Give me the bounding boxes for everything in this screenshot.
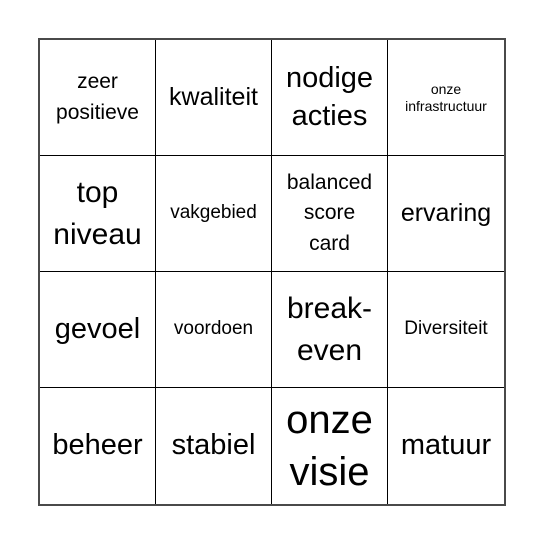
cell-text-line: niveau <box>53 217 142 251</box>
cell-text-line: card <box>309 231 350 255</box>
cell-text-line: score <box>303 201 356 225</box>
bingo-cell[interactable]: zeer positieve <box>40 40 156 156</box>
cell-text-line: nodige <box>285 61 374 94</box>
cell-text: beheer <box>52 429 143 462</box>
cell-text-line: onze <box>430 80 462 97</box>
bingo-cell[interactable]: ervaring <box>388 156 504 272</box>
bingo-cell[interactable]: gevoel <box>40 272 156 388</box>
cell-text: gevoel <box>54 312 141 345</box>
cell-text: Diversiteit <box>404 318 488 340</box>
bingo-cell[interactable]: stabiel <box>156 388 272 504</box>
bingo-cell[interactable]: vakgebied <box>156 156 272 272</box>
cell-text-line: top <box>76 175 119 209</box>
bingo-cell[interactable]: break- even <box>272 272 388 388</box>
bingo-cell[interactable]: matuur <box>388 388 504 504</box>
bingo-cell[interactable]: onze infrastructuur <box>388 40 504 156</box>
cell-text: vakgebied <box>170 202 257 224</box>
bingo-cell[interactable]: nodige acties <box>272 40 388 156</box>
cell-text-line: infrastructuur <box>405 97 487 114</box>
cell-text: voordoen <box>173 318 254 340</box>
cell-text-line: balanced <box>286 170 373 194</box>
cell-text-line: acties <box>291 99 368 132</box>
cell-text-line: visie <box>289 450 370 494</box>
cell-text: kwaliteit <box>169 82 258 111</box>
cell-text-line: even <box>296 333 363 367</box>
cell-text: matuur <box>400 429 492 462</box>
bingo-cell[interactable]: top niveau <box>40 156 156 272</box>
bingo-cell[interactable]: onze visie <box>272 388 388 504</box>
bingo-cell[interactable]: voordoen <box>156 272 272 388</box>
bingo-cell[interactable]: beheer <box>40 388 156 504</box>
cell-text: stabiel <box>171 429 256 462</box>
cell-text-line: positieve <box>56 100 139 124</box>
bingo-cell[interactable]: balanced score card <box>272 156 388 272</box>
bingo-cell[interactable]: kwaliteit <box>156 40 272 156</box>
cell-text-line: zeer <box>77 70 118 94</box>
bingo-card: zeer positieve kwaliteit nodige acties o… <box>38 38 506 506</box>
cell-text-line: onze <box>286 398 373 442</box>
cell-text-line: break- <box>286 291 373 325</box>
cell-text: ervaring <box>400 198 492 227</box>
bingo-cell[interactable]: Diversiteit <box>388 272 504 388</box>
